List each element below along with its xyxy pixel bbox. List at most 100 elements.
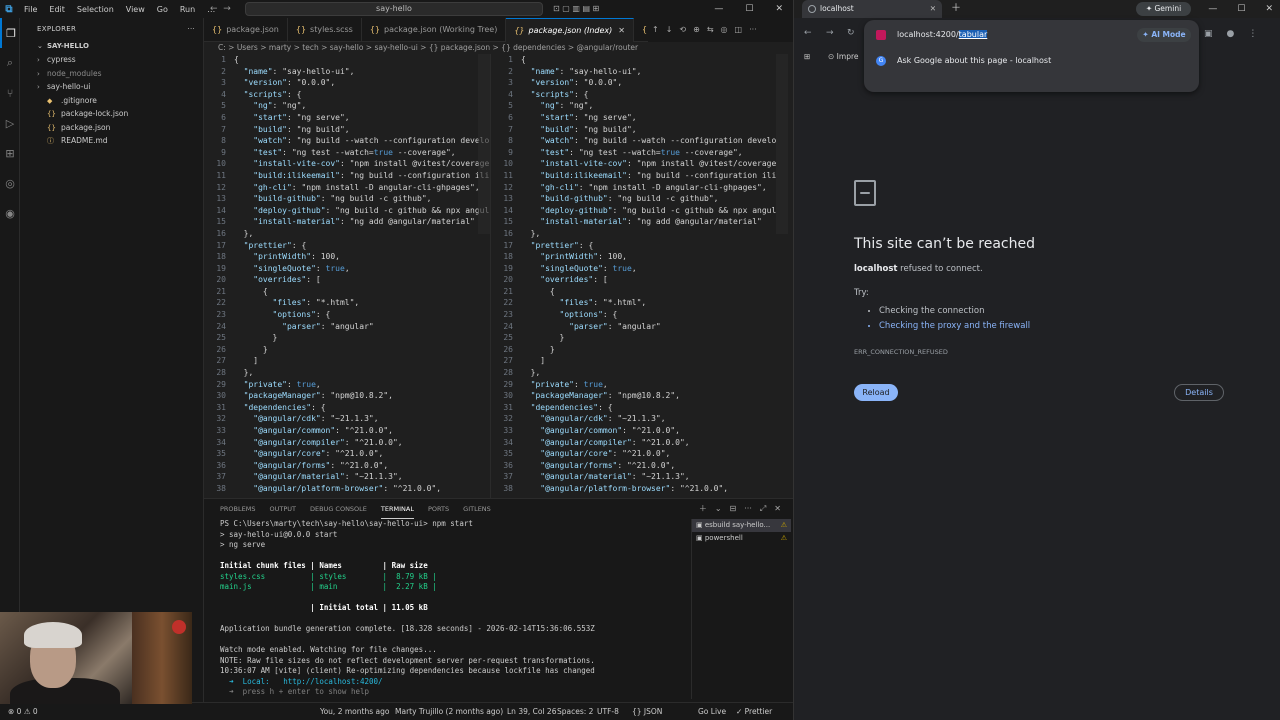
try-item-proxy-link[interactable]: Checking the proxy and the firewall	[879, 319, 1234, 334]
code-line: 4 "scripts": {	[204, 89, 490, 101]
back-icon[interactable]: ←	[804, 28, 812, 38]
close-icon[interactable]: ✕	[775, 4, 783, 14]
command-center[interactable]: say-hello	[245, 2, 543, 16]
terminal-list-item[interactable]: ▣ esbuild say-hello... ⚠	[692, 519, 791, 532]
line-number: 20	[216, 275, 226, 285]
status-bar: ⊗ 0 ⚠ 0 You, 2 months ago Marty Trujillo…	[0, 702, 793, 720]
code-text: "scripts": {	[530, 89, 589, 99]
code-line: 17 "prettier": {	[491, 240, 776, 252]
bookmark-item[interactable]: ⊙ Impre	[828, 48, 858, 66]
forward-icon[interactable]: →	[826, 28, 834, 38]
activity-bar: ❐ ⌕ ⑂ ▷ ⊞ ◎ ◉	[0, 18, 20, 702]
reload-icon[interactable]: ↻	[847, 28, 855, 38]
minimap-left[interactable]	[478, 54, 490, 234]
tree-item[interactable]: ◆ .gitignore	[20, 94, 203, 108]
maximize-icon[interactable]: ☐	[745, 4, 753, 14]
status-prettier[interactable]: ✓ Prettier	[736, 703, 772, 720]
menu-item-3[interactable]: View	[126, 5, 145, 14]
terminal-output[interactable]: PS C:\Users\marty\tech\say-hello\say-hel…	[220, 519, 690, 699]
status-spaces[interactable]: Spaces: 2	[557, 703, 593, 720]
editor-tab[interactable]: {} package.json (Index) ✕	[506, 18, 634, 42]
code-text: "install-material": "ng add @angular/mat…	[540, 217, 762, 227]
layout-icons[interactable]: ⊡ ▢ ▥ ▤ ⊞	[553, 0, 599, 18]
code-text: "ng": "ng",	[540, 101, 594, 111]
editor-tab[interactable]: {} package.json	[204, 18, 288, 42]
code-text: "@angular/forms": "^21.0.0",	[540, 460, 676, 470]
code-line: 29 "private": true,	[491, 379, 776, 391]
tree-item[interactable]: › node_modules	[20, 67, 203, 81]
status-golive[interactable]: Go Live	[698, 703, 726, 720]
run-debug-icon[interactable]: ▷	[0, 108, 20, 138]
tree-item[interactable]: ⓘ README.md	[20, 134, 203, 148]
new-tab-icon[interactable]: ＋	[951, 0, 961, 18]
editor-tab[interactable]: {} styles.scss	[288, 18, 362, 42]
menu-item-5[interactable]: Run	[180, 5, 195, 14]
minimap-right[interactable]	[776, 54, 788, 234]
close-icon[interactable]: ✕	[1265, 4, 1273, 14]
code-text: "files": "*.html",	[559, 298, 647, 308]
omnibox-suggestion[interactable]: G Ask Google about this page - localhost	[864, 52, 1199, 70]
code-line: 23 "options": {	[204, 309, 490, 321]
menu-item-4[interactable]: Go	[157, 5, 168, 14]
diff-pane-right[interactable]: 1{2 "name": "say-hello-ui", 3 "version": …	[490, 54, 776, 498]
remote-icon[interactable]: ◎	[0, 168, 20, 198]
nav-arrows[interactable]: ← →	[210, 0, 231, 18]
source-control-icon[interactable]: ⑂	[0, 78, 20, 108]
editor-actions[interactable]: ↑ ↓ ⟲ ⊕ ⇆ ◎ ◫ ···	[648, 18, 793, 42]
profile-icon[interactable]: ●	[1227, 29, 1235, 39]
panel-tab[interactable]: PROBLEMS	[220, 499, 255, 519]
details-button[interactable]: Details	[1174, 384, 1224, 401]
status-encoding[interactable]: UTF-8	[597, 703, 619, 720]
diff-pane-left[interactable]: 1{2 "name": "say-hello-ui", 3 "version": …	[204, 54, 490, 498]
ai-mode-button[interactable]: ✦ AI Mode	[1137, 28, 1191, 42]
tree-item[interactable]: › say-hello-ui	[20, 80, 203, 94]
menu-item-2[interactable]: Selection	[77, 5, 114, 14]
more-icon[interactable]: ···	[187, 18, 195, 40]
editor-tab-label: package.json (Index)	[528, 26, 613, 35]
window-controls[interactable]: — ☐ ✕	[692, 0, 783, 18]
status-language[interactable]: {} JSON	[632, 703, 662, 720]
menu-icon[interactable]: ⋮	[1248, 29, 1257, 39]
search-icon[interactable]: ⌕	[0, 48, 20, 78]
sidepanel-icon[interactable]: ▣	[1204, 29, 1213, 39]
menu-item-0[interactable]: File	[24, 5, 37, 14]
reload-button[interactable]: Reload	[854, 384, 898, 401]
explorer-icon[interactable]: ❐	[0, 18, 20, 48]
editor-tab[interactable]: {} package.json (Working Tree)	[362, 18, 507, 42]
minimize-icon[interactable]: —	[714, 4, 723, 14]
status-author[interactable]: Marty Trujillo (2 months ago)	[395, 703, 503, 720]
maximize-icon[interactable]: ☐	[1237, 4, 1245, 14]
breadcrumb[interactable]: C: > Users > marty > tech > say-hello > …	[204, 42, 793, 54]
minimize-icon[interactable]: —	[1208, 4, 1217, 14]
apps-icon[interactable]: ⊞	[804, 48, 810, 66]
panel-tab[interactable]: PORTS	[428, 499, 449, 519]
close-tab-icon[interactable]: ✕	[618, 26, 625, 35]
browser-tab[interactable]: localhost ✕	[802, 0, 942, 18]
panel-tab[interactable]: DEBUG CONSOLE	[310, 499, 367, 519]
menu-item-1[interactable]: Edit	[49, 5, 65, 14]
close-tab-icon[interactable]: ✕	[930, 0, 936, 18]
code-line: 8 "watch": "ng build --watch --configura…	[204, 135, 490, 147]
chrome-window-controls[interactable]: — ☐ ✕	[1188, 0, 1273, 18]
line-number: 16	[503, 228, 513, 238]
gitlens-icon[interactable]: ◉	[0, 198, 20, 228]
tree-item[interactable]: › cypress	[20, 53, 203, 67]
gemini-button[interactable]: ✦ Gemini	[1136, 2, 1191, 16]
panel-tab[interactable]: OUTPUT	[269, 499, 296, 519]
panel-tab[interactable]: GITLENS	[463, 499, 491, 519]
status-position[interactable]: Ln 39, Col 26	[507, 703, 556, 720]
line-number: 38	[503, 483, 513, 493]
file-icon: ⓘ	[47, 137, 54, 145]
extensions-icon[interactable]: ⊞	[0, 138, 20, 168]
status-problems[interactable]: ⊗ 0 ⚠ 0	[8, 703, 38, 720]
tree-item[interactable]: {} package.json	[20, 121, 203, 135]
line-number: 34	[216, 437, 226, 447]
panel-tab[interactable]: TERMINAL	[380, 499, 414, 519]
line-number: 33	[503, 426, 513, 435]
terminal-list-item[interactable]: ▣ powershell ⚠	[692, 532, 791, 545]
suggestion-text: Ask Google about this page - localhost	[897, 56, 1052, 65]
project-folder[interactable]: ⌄ SAY-HELLO	[20, 40, 203, 53]
status-git-blame[interactable]: You, 2 months ago	[320, 703, 389, 720]
panel-actions[interactable]: ＋ ⌄ ⊟ ··· ⤢ ✕	[691, 499, 781, 519]
tree-item[interactable]: {} package-lock.json	[20, 107, 203, 121]
